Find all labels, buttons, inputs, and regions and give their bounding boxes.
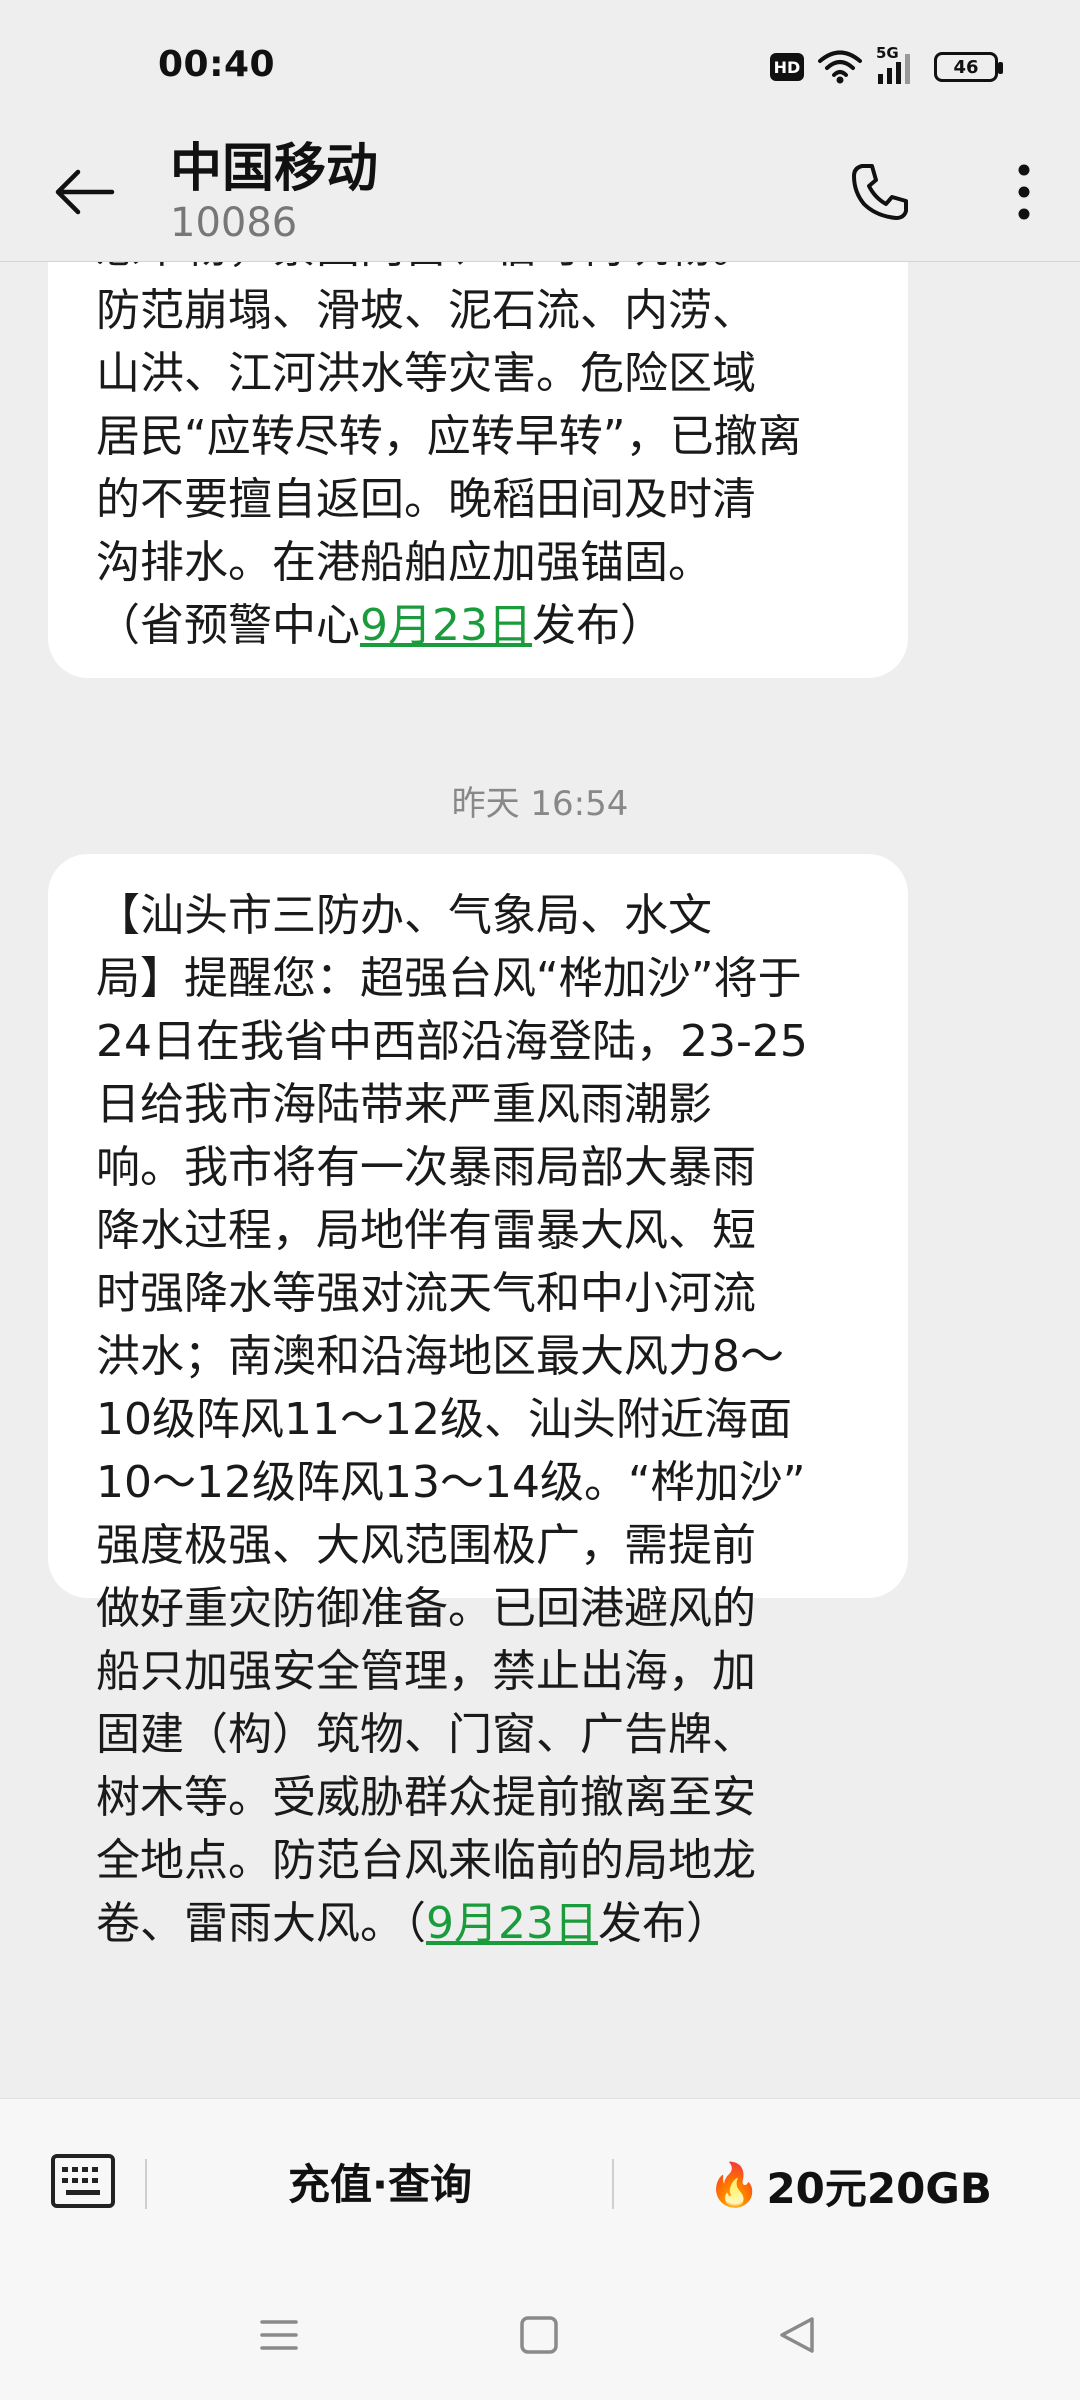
battery-icon: 46 xyxy=(934,52,1003,82)
contact-name: 中国移动 xyxy=(170,139,379,199)
triangle-back-icon xyxy=(780,2317,814,2353)
keyboard-icon xyxy=(51,2154,115,2208)
nav-home-button[interactable] xyxy=(518,2314,560,2356)
message-text-end: 发布） xyxy=(531,600,664,651)
arrow-left-icon xyxy=(55,169,115,215)
message-text: 悬市物，紧固门窗、临时构筑物。 防范崩塌、滑坡、泥石流、内涝、 山洪、江河洪水等… xyxy=(96,262,802,651)
nav-recents-button[interactable] xyxy=(258,2314,300,2356)
message-text: 【汕头市三防办、气象局、水文 局】提醒您：超强台风“桦加沙”将于 24日在我省中… xyxy=(96,890,808,1949)
call-button[interactable] xyxy=(840,152,920,232)
hd-icon: HD xyxy=(770,53,804,81)
date-link[interactable]: 9月23日 xyxy=(426,1898,598,1949)
conversation-header: 中国移动 10086 xyxy=(0,126,1080,262)
status-bar: 00:40 HD 5G 46 xyxy=(0,0,1080,126)
message-timestamp: 昨天 16:54 xyxy=(451,784,629,824)
menu-icon xyxy=(260,2320,298,2350)
service-menu-bar: 充值·查询 🔥 20元20GB xyxy=(0,2098,1080,2272)
date-link[interactable]: 9月23日 xyxy=(360,600,532,651)
message-bubble[interactable]: 【汕头市三防办、气象局、水文 局】提醒您：超强台风“桦加沙”将于 24日在我省中… xyxy=(48,854,908,1949)
flame-icon: 🔥 xyxy=(708,2160,761,2209)
recharge-query-menu[interactable]: 充值·查询 xyxy=(240,2153,520,2217)
contact-number: 10086 xyxy=(170,200,298,246)
battery-level: 46 xyxy=(953,56,979,78)
message-text-end: 发布） xyxy=(597,1898,730,1949)
more-options-button[interactable] xyxy=(994,152,1054,232)
menu-divider xyxy=(145,2159,147,2209)
message-list[interactable]: 悬市物，紧固门窗、临时构筑物。 防范崩塌、滑坡、泥石流、内涝、 山洪、江河洪水等… xyxy=(0,262,1080,2098)
square-icon xyxy=(520,2316,558,2354)
status-icons: HD 5G 46 xyxy=(770,44,1003,88)
nav-back-button[interactable] xyxy=(776,2314,818,2356)
menu-divider xyxy=(612,2159,614,2209)
phone-icon xyxy=(852,164,908,220)
cellular-signal-icon: 5G xyxy=(876,44,920,86)
data-package-label: 20元20GB xyxy=(766,2163,992,2213)
more-vertical-icon xyxy=(1018,164,1030,220)
status-time: 00:40 xyxy=(158,44,276,85)
back-button[interactable] xyxy=(48,156,120,228)
system-nav-bar xyxy=(0,2272,1080,2400)
wifi-icon xyxy=(818,50,862,84)
data-package-menu[interactable]: 🔥 20元20GB xyxy=(690,2153,1010,2217)
message-bubble[interactable]: 悬市物，紧固门窗、临时构筑物。 防范崩塌、滑坡、泥石流、内涝、 山洪、江河洪水等… xyxy=(48,262,908,678)
keyboard-toggle-button[interactable] xyxy=(50,2153,116,2209)
